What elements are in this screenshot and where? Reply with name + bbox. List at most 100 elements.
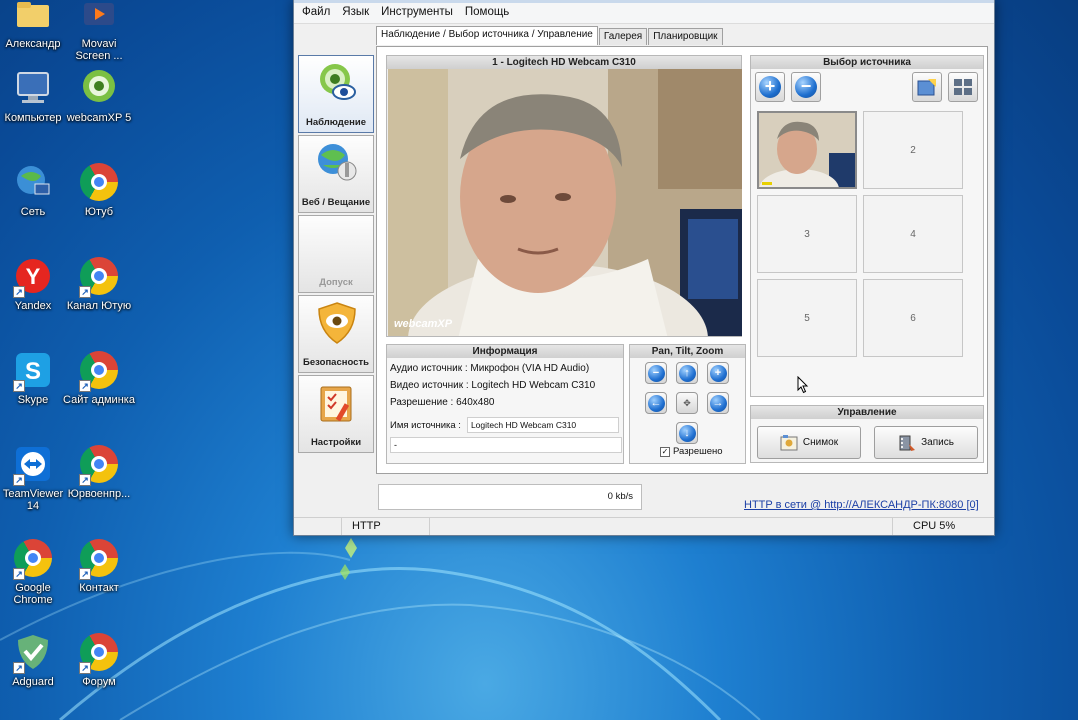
yandex-icon: Y ↗ [11, 254, 55, 298]
zoom-out-button[interactable]: − [645, 362, 667, 384]
desktop-icon-computer[interactable]: Компьютер [0, 66, 66, 156]
info-panel: Информация Аудио источник : Микрофон (VI… [386, 344, 624, 464]
sidebar-item-monitoring[interactable]: Наблюдение [298, 55, 374, 133]
svg-text:webcamXP: webcamXP [394, 318, 453, 330]
desktop-icon-sait-adminka[interactable]: ↗ Сайт админка [63, 348, 135, 438]
zoom-in-icon: + [709, 364, 727, 382]
desktop-icon-label: Adguard [12, 676, 54, 688]
video-source: Видео источник : Logitech HD Webcam C310 [390, 380, 596, 391]
desktop-icon-forum[interactable]: ↗ Форум [66, 630, 132, 720]
movavi-icon [77, 0, 121, 36]
chrome-icon: ↗ [77, 348, 121, 392]
desktop-icon-youtube[interactable]: Ютуб [66, 160, 132, 250]
desktop-icon-label: Google Chrome [13, 582, 53, 606]
chrome-icon: ↗ [77, 630, 121, 674]
info-title: Информация [387, 345, 623, 358]
settings-clipboard-icon [320, 386, 352, 422]
menu-tools[interactable]: Инструменты [381, 6, 453, 18]
tilt-up-button[interactable]: ↑ [676, 362, 698, 384]
chrome-icon: ↗ [77, 442, 121, 486]
desktop-icon-label: Александр [5, 38, 61, 50]
sidebar-item-label: Наблюдение [306, 117, 366, 128]
pan-left-button[interactable]: ← [645, 392, 667, 414]
resolution: Разрешение : 640x480 [390, 397, 495, 408]
desktop-icon-adguard[interactable]: ↗ Adguard [0, 630, 66, 720]
source-name-input[interactable]: Logitech HD Webcam C310 [466, 417, 619, 433]
grid-layout-button[interactable] [948, 72, 978, 102]
tab-gallery[interactable]: Галерея [598, 28, 648, 45]
desktop-icon-label: Ютуб [84, 206, 114, 218]
snapshot-button[interactable]: Снимок [757, 426, 861, 459]
source-slot-5[interactable]: 5 [757, 279, 857, 357]
desktop-icon-label: webcamXP 5 [66, 112, 132, 124]
source-slot-2[interactable]: 2 [863, 111, 963, 189]
desktop-icon-kanal[interactable]: ↗ Канал Ютую [66, 254, 132, 344]
menu-help[interactable]: Помощь [465, 6, 509, 18]
source-select-title: Выбор источника [751, 56, 983, 69]
sidebar-item-security[interactable]: Безопасность [298, 295, 374, 373]
svg-text:Y: Y [26, 264, 41, 289]
sidebar-item-settings[interactable]: Настройки [298, 375, 374, 453]
sidebar-item-label: Настройки [310, 437, 362, 448]
source-name-row: Имя источника : Logitech HD Webcam C310 [387, 417, 623, 433]
http-server-link[interactable]: HTTP в сети @ http://АЛЕКСАНДР-ПК:8080 [… [744, 499, 979, 511]
desktop-icon-teamviewer[interactable]: ↗ TeamViewer 14 [0, 442, 66, 532]
status-bar: HTTP CPU 5% [294, 517, 994, 535]
sidebar-item-access[interactable]: Допуск [298, 215, 374, 293]
desktop-icon-label: Юрвоенпр... [67, 488, 131, 500]
zoom-in-button[interactable]: + [707, 362, 729, 384]
desktop-icon-label: Skype [17, 394, 49, 406]
record-button[interactable]: Запись [874, 426, 978, 459]
desktop-icon-label: Сайт админка [63, 394, 135, 406]
source-slot-3[interactable]: 3 [757, 195, 857, 273]
sidebar-item-label: Безопасность [303, 357, 369, 368]
desktop-icon-kontakt[interactable]: ↗ Контакт [66, 536, 132, 626]
desktop-icon-skype[interactable]: S ↗ Skype [0, 348, 66, 438]
source-slot-6[interactable]: 6 [863, 279, 963, 357]
ptz-panel: Pan, Tilt, Zoom − ↑ + ← ✥ → ↓ ✓ Разрешен… [629, 344, 746, 464]
mouse-cursor-icon [797, 376, 809, 394]
tab-scheduler[interactable]: Планировщик [648, 28, 723, 45]
source-extra-input[interactable]: - [390, 437, 622, 453]
sidebar: Наблюдение Веб / Вещание Допуск Безопасн… [298, 55, 374, 455]
sidebar-item-web-broadcast[interactable]: Веб / Вещание [298, 135, 374, 213]
menu-language[interactable]: Язык [342, 6, 369, 18]
network-icon [11, 160, 55, 204]
grid-icon [954, 79, 972, 95]
source-slot-1[interactable] [757, 111, 857, 189]
ptz-allowed-label: Разрешено [673, 446, 723, 457]
computer-icon [11, 66, 55, 110]
tab-panel: 1 - Logitech HD Webcam C310 webcamXP Инф… [376, 46, 988, 474]
webcam-video[interactable]: webcamXP [388, 69, 742, 336]
webcamxp-icon [77, 66, 121, 110]
source-slot-4[interactable]: 4 [863, 195, 963, 273]
adguard-icon: ↗ [11, 630, 55, 674]
pan-right-button[interactable]: → [707, 392, 729, 414]
ptz-allowed-checkbox[interactable]: ✓ Разрешено [660, 446, 723, 457]
minus-icon: − [795, 76, 817, 98]
snapshot-icon [780, 434, 798, 450]
remove-source-button[interactable]: − [791, 72, 821, 102]
sidebar-item-label: Веб / Вещание [301, 197, 371, 208]
desktop-icon-yandex[interactable]: Y ↗ Yandex [0, 254, 66, 344]
plus-icon: + [759, 76, 781, 98]
ptz-title: Pan, Tilt, Zoom [630, 345, 745, 358]
webcam-frame-image: webcamXP [388, 69, 742, 336]
desktop-icon-webcamxp[interactable]: webcamXP 5 [66, 66, 132, 156]
desktop-icon-yurvoenpr[interactable]: ↗ Юрвоенпр... [66, 442, 132, 532]
tab-monitoring[interactable]: Наблюдение / Выбор источника / Управлени… [376, 26, 598, 45]
source-properties-button[interactable] [912, 72, 942, 102]
globe-broadcast-icon [318, 144, 357, 181]
desktop-icon-label: Movavi Screen ... [75, 38, 123, 62]
sidebar-item-label: Допуск [319, 277, 353, 288]
bandwidth-indicator: 0 kb/s [378, 484, 642, 510]
ptz-center-button[interactable]: ✥ [676, 392, 698, 414]
menu-file[interactable]: Файл [302, 6, 330, 18]
tilt-down-button[interactable]: ↓ [676, 422, 698, 444]
add-source-button[interactable]: + [755, 72, 785, 102]
desktop-icon-label: Сеть [20, 206, 46, 218]
source-thumbnail [759, 113, 855, 187]
desktop-icon-network[interactable]: Сеть [0, 160, 66, 250]
teamviewer-icon: ↗ [11, 442, 55, 486]
desktop-icon-google-chrome[interactable]: ↗ Google Chrome [0, 536, 66, 626]
